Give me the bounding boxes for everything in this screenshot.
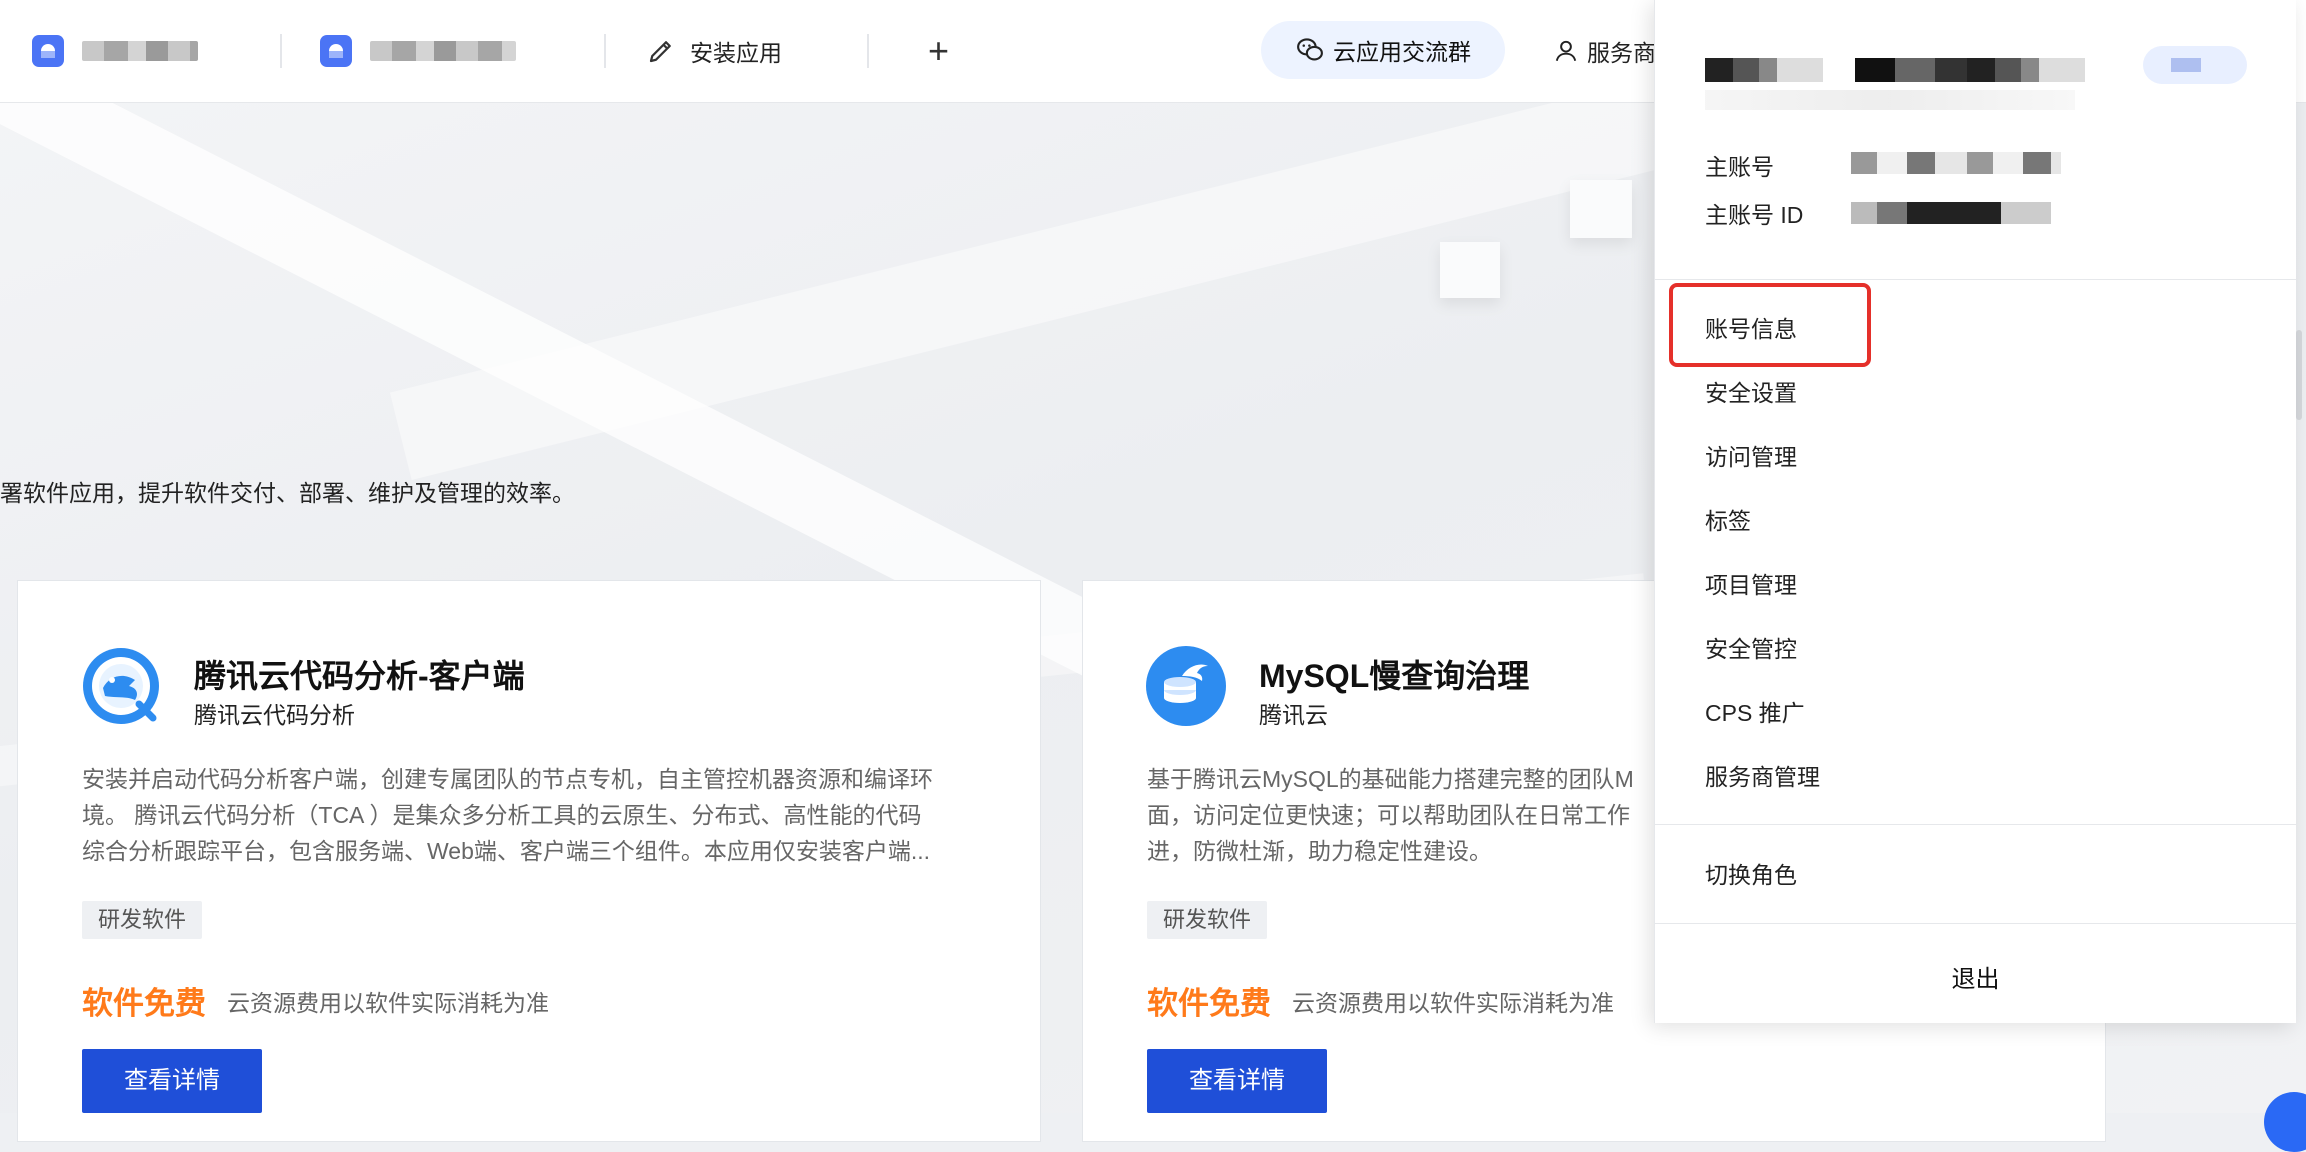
wechat-group-label: 云应用交流群 bbox=[1333, 39, 1471, 65]
menu-item-service-provider-management[interactable]: 服务商管理 bbox=[1705, 757, 1820, 797]
menu-item-cps-promotion[interactable]: CPS 推广 bbox=[1705, 693, 1805, 733]
wechat-icon bbox=[1297, 38, 1323, 61]
decor-cube bbox=[1570, 180, 1632, 238]
logout-button[interactable]: 退出 bbox=[1655, 959, 2296, 994]
app-shortcut-2[interactable] bbox=[320, 0, 516, 102]
price-note: 云资源费用以软件实际消耗为准 bbox=[1292, 990, 1614, 1016]
card-title: MySQL慢查询治理 bbox=[1259, 658, 1530, 694]
main-account-value-redacted bbox=[1851, 152, 2061, 174]
install-app-button[interactable]: 安装应用 bbox=[646, 0, 782, 102]
account-subtitle-redacted bbox=[1705, 90, 2075, 110]
app-card: 腾讯云代码分析-客户端 腾讯云代码分析 安装并启动代码分析客户端，创建专属团队的… bbox=[17, 580, 1041, 1142]
divider bbox=[1655, 923, 2296, 924]
card-description-line: 安装并启动代码分析客户端，创建专属团队的节点专机，自主管控机器资源和编译环 bbox=[82, 766, 933, 792]
divider bbox=[867, 34, 869, 68]
divider bbox=[604, 34, 606, 68]
account-name-redacted bbox=[1705, 58, 2113, 82]
service-provider-button[interactable]: 服务商 bbox=[1553, 0, 1656, 102]
switch-role-item[interactable]: 切换角色 bbox=[1705, 855, 1797, 895]
account-dropdown-menu: 主账号 主账号 ID 账号信息 安全设置 访问管理 标签 项目管理 安全管控 C… bbox=[1654, 0, 2296, 1023]
card-description: 安装并启动代码分析客户端，创建专属团队的节点专机，自主管控机器资源和编译环 境。… bbox=[82, 761, 982, 869]
main-account-id-label: 主账号 ID bbox=[1705, 202, 1804, 228]
code-analysis-logo-icon bbox=[83, 648, 159, 724]
card-vendor: 腾讯云代码分析 bbox=[194, 702, 355, 728]
category-tag: 研发软件 bbox=[82, 901, 203, 939]
menu-item-account-info[interactable]: 账号信息 bbox=[1705, 309, 1797, 349]
hero-description: 署软件应用，提升软件交付、部署、维护及管理的效率。 bbox=[0, 480, 575, 506]
user-icon bbox=[1555, 40, 1577, 62]
install-app-label: 安装应用 bbox=[690, 40, 782, 66]
divider bbox=[280, 34, 282, 68]
view-details-button[interactable]: 查看详情 bbox=[82, 1049, 262, 1113]
account-badge bbox=[2143, 46, 2247, 84]
page-scrollbar[interactable] bbox=[2296, 330, 2302, 420]
card-description-line: 境。 腾讯云代码分析（TCA ）是集众多分析工具的云原生、分布式、高性能的代码 bbox=[82, 802, 922, 828]
app-name-redacted bbox=[370, 41, 516, 61]
menu-item-tags[interactable]: 标签 bbox=[1705, 501, 1751, 541]
card-description-line: 综合分析跟踪平台，包含服务端、Web端、客户端三个组件。本应用仅安装客户端... bbox=[82, 838, 931, 864]
menu-item-security-control[interactable]: 安全管控 bbox=[1705, 629, 1797, 669]
price-label: 软件免费 bbox=[1147, 986, 1271, 1021]
app-icon bbox=[32, 35, 64, 67]
main-account-id-value-redacted bbox=[1851, 202, 2051, 224]
view-details-button[interactable]: 查看详情 bbox=[1147, 1049, 1327, 1113]
price-label: 软件免费 bbox=[82, 986, 206, 1021]
service-provider-label: 服务商 bbox=[1587, 40, 1656, 66]
app-icon bbox=[320, 35, 352, 67]
decor-beam bbox=[389, 102, 1771, 481]
wechat-group-button[interactable]: 云应用交流群 bbox=[1261, 21, 1505, 79]
menu-item-project-management[interactable]: 项目管理 bbox=[1705, 565, 1797, 605]
price-note: 云资源费用以软件实际消耗为准 bbox=[227, 990, 549, 1016]
card-vendor: 腾讯云 bbox=[1259, 702, 1328, 728]
add-shortcut-button[interactable]: + bbox=[928, 0, 949, 102]
menu-item-security-settings[interactable]: 安全设置 bbox=[1705, 373, 1797, 413]
decor-cube bbox=[1440, 242, 1500, 298]
pencil-icon bbox=[649, 41, 671, 63]
divider bbox=[1655, 279, 2296, 280]
plus-icon: + bbox=[928, 30, 950, 71]
card-title: 腾讯云代码分析-客户端 bbox=[194, 658, 525, 694]
mysql-logo-icon bbox=[1146, 646, 1226, 726]
main-account-label: 主账号 bbox=[1705, 154, 1774, 180]
menu-item-access-management[interactable]: 访问管理 bbox=[1705, 437, 1797, 477]
app-shortcut-1[interactable] bbox=[32, 0, 198, 102]
divider bbox=[1655, 824, 2296, 825]
app-name-redacted bbox=[82, 41, 198, 61]
category-tag: 研发软件 bbox=[1147, 901, 1268, 939]
